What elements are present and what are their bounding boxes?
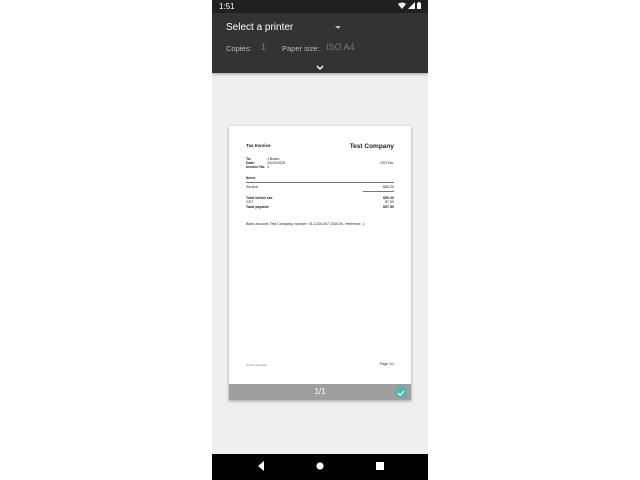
- page-count: 1/1: [314, 387, 326, 396]
- recents-icon[interactable]: [375, 459, 385, 478]
- print-preview-page[interactable]: Tax Invoice Test Company To: J Board Dat…: [229, 126, 411, 400]
- invoice-no-value: 1: [267, 165, 269, 169]
- date-value: 24/10/2025: [267, 161, 285, 165]
- navigation-bar: [212, 454, 428, 480]
- printer-dropdown-arrow-icon[interactable]: [335, 26, 341, 29]
- signal-icon: [408, 2, 415, 11]
- back-icon[interactable]: [256, 459, 265, 478]
- printer-select[interactable]: Select a printer: [226, 22, 293, 33]
- page-indicator-bar: 1/1: [229, 384, 411, 400]
- battery-icon: [417, 2, 421, 11]
- paper-size-label: Paper size:: [282, 44, 320, 53]
- items-header: Items: [246, 176, 256, 180]
- bank-account-text: Bank account: Test Company, number: 01-1…: [246, 222, 365, 226]
- status-bar: 1:51: [212, 0, 428, 13]
- home-icon[interactable]: [315, 459, 325, 478]
- status-time: 1:51: [219, 2, 235, 11]
- page-selected-check-icon[interactable]: [395, 386, 407, 398]
- footer-note: Invoice generated: [246, 364, 267, 367]
- company-name: Test Company: [349, 143, 394, 150]
- page-number-label: Page 1/1: [379, 362, 394, 366]
- invoice-title: Tax Invoice: [246, 143, 271, 148]
- print-options-bar: Select a printer Copies: 1 Paper size: I…: [212, 13, 428, 73]
- total-payable-label: Total payable: [246, 205, 269, 209]
- wifi-icon: [398, 2, 406, 11]
- items-divider: [246, 182, 394, 183]
- item-name: Service: [246, 185, 258, 189]
- invoice-document: Tax Invoice Test Company To: J Board Dat…: [229, 126, 411, 384]
- expand-options-chevron-down-icon[interactable]: [316, 58, 324, 76]
- copies-label: Copies:: [226, 44, 252, 53]
- copies-field[interactable]: 1: [261, 42, 266, 52]
- item-amount: $50.00: [383, 185, 394, 189]
- gst-row-value: $7.50: [385, 200, 394, 204]
- status-icons: [398, 2, 421, 11]
- gst-number-label: GST No:: [380, 161, 394, 165]
- paper-size-select[interactable]: ISO A4: [326, 42, 355, 52]
- total-payable-value: $57.50: [383, 205, 394, 209]
- phone-screen: 1:51 Select a printer Copies: 1 Paper si…: [212, 0, 428, 480]
- gst-row-label: GST: [246, 200, 254, 204]
- subtotal-divider: [363, 191, 394, 192]
- invoice-no-label: Invoice No:: [246, 165, 266, 169]
